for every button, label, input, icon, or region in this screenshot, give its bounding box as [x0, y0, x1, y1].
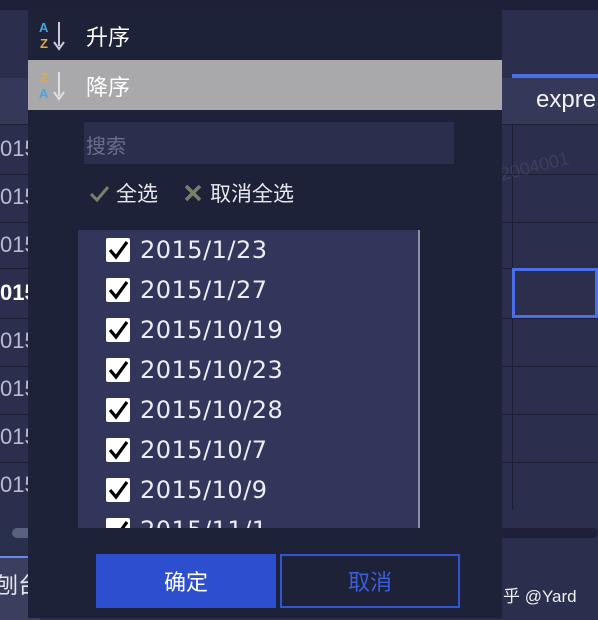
check-icon — [89, 186, 110, 203]
list-item-label: 2015/1/23 — [140, 236, 268, 264]
selected-cell[interactable] — [512, 268, 598, 318]
column-header-active-indicator — [512, 74, 598, 78]
checkbox[interactable] — [106, 318, 130, 342]
search-input[interactable]: 搜索 — [84, 122, 454, 164]
list-item-label: 2015/10/9 — [140, 476, 268, 504]
list-item[interactable]: 2015/10/19 — [78, 310, 408, 350]
sort-ascending-item[interactable]: A Z 升序 — [28, 10, 502, 60]
select-all-button[interactable]: 全选 — [88, 178, 158, 208]
filter-value-list[interactable]: 2015/1/23 2015/1/27 2015/10/19 2015/10/2… — [78, 230, 420, 528]
list-item[interactable]: 2015/10/23 — [78, 350, 408, 390]
filter-dropdown-panel: A Z 升序 Z A 降序 搜索 全选 取消全选 2015/1/23 2015/… — [28, 10, 502, 618]
deselect-all-button[interactable]: 取消全选 — [182, 178, 294, 208]
sort-ascending-label: 升序 — [86, 26, 131, 51]
svg-text:Z: Z — [40, 36, 48, 51]
cancel-button[interactable]: 取消 — [280, 554, 460, 608]
list-item-label: 2015/10/28 — [140, 396, 284, 424]
list-item-label: 2015/11/1 — [140, 516, 268, 528]
svg-text:A: A — [39, 86, 49, 101]
deselect-all-label: 取消全选 — [210, 182, 294, 206]
sort-ascending-icon: A Z — [38, 18, 68, 52]
checkbox[interactable] — [106, 518, 130, 528]
sort-descending-label: 降序 — [86, 76, 131, 101]
list-item-label: 2015/10/19 — [140, 316, 284, 344]
list-item-label: 2015/1/27 — [140, 276, 268, 304]
sort-descending-icon: Z A — [38, 68, 68, 102]
cross-icon — [184, 184, 202, 202]
list-item-label: 2015/10/7 — [140, 436, 268, 464]
ok-button[interactable]: 确定 — [96, 554, 276, 608]
list-item[interactable]: 2015/1/27 — [78, 270, 408, 310]
list-item[interactable]: 2015/11/1 — [78, 510, 408, 528]
list-item[interactable]: 2015/10/28 — [78, 390, 408, 430]
sort-descending-item[interactable]: Z A 降序 — [28, 60, 502, 110]
select-all-label: 全选 — [116, 182, 158, 206]
checkbox[interactable] — [106, 398, 130, 422]
column-header-label[interactable]: expre — [536, 86, 596, 114]
list-item[interactable]: 2015/1/23 — [78, 230, 408, 270]
checkbox[interactable] — [106, 358, 130, 382]
list-item[interactable]: 2015/10/7 — [78, 430, 408, 470]
checkbox[interactable] — [106, 438, 130, 462]
svg-text:A: A — [39, 20, 49, 35]
top-toolbar-strip — [0, 0, 598, 10]
checkbox[interactable] — [106, 278, 130, 302]
checkbox[interactable] — [106, 478, 130, 502]
list-item-label: 2015/10/23 — [140, 356, 284, 384]
svg-text:Z: Z — [40, 70, 48, 85]
list-item[interactable]: 2015/10/9 — [78, 470, 408, 510]
checkbox[interactable] — [106, 238, 130, 262]
